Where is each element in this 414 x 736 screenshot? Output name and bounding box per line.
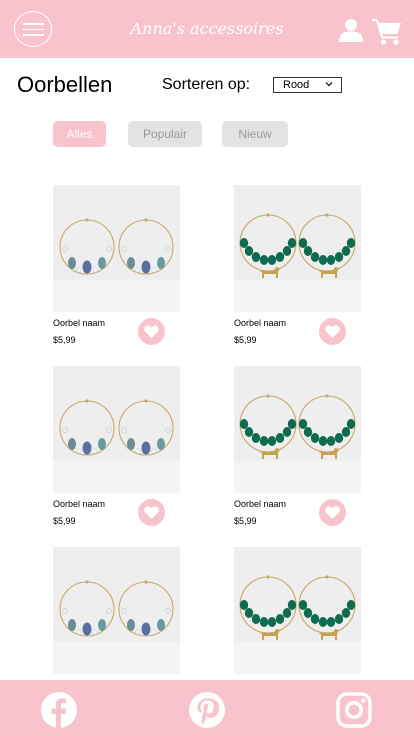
- favorite-button[interactable]: [138, 318, 165, 345]
- header: Anna's accessoires: [0, 0, 414, 58]
- earring-illustration: [234, 185, 361, 312]
- product-card[interactable]: Oorbel naam $5,99: [53, 185, 180, 345]
- product-price: $5,99: [234, 516, 257, 526]
- filter-popular[interactable]: Populair: [128, 121, 202, 147]
- product-image[interactable]: [53, 547, 180, 674]
- chevron-down-icon: [325, 82, 333, 87]
- cart-icon[interactable]: [372, 17, 402, 45]
- earring-illustration: [53, 547, 180, 674]
- heart-icon: [144, 325, 159, 338]
- product-image[interactable]: [53, 366, 180, 493]
- instagram-icon[interactable]: [336, 692, 372, 728]
- product-price: $5,99: [234, 335, 257, 345]
- footer: [0, 680, 414, 736]
- heart-icon: [325, 506, 340, 519]
- product-image[interactable]: [234, 547, 361, 674]
- facebook-icon[interactable]: [41, 692, 77, 728]
- earring-illustration: [234, 366, 361, 493]
- sort-select-value: Rood: [283, 79, 310, 91]
- heart-icon: [325, 325, 340, 338]
- favorite-button[interactable]: [319, 318, 346, 345]
- product-card[interactable]: Oorbel naam $5,99: [53, 366, 180, 526]
- product-image[interactable]: [53, 185, 180, 312]
- sort-label: Sorteren op:: [162, 76, 251, 93]
- product-price: $5,99: [53, 516, 76, 526]
- product-name[interactable]: Oorbel naam: [53, 499, 105, 509]
- product-name[interactable]: Oorbel naam: [234, 499, 286, 509]
- earring-illustration: [53, 366, 180, 493]
- product-card[interactable]: Oorbel naam $5,99: [234, 185, 361, 345]
- product-name[interactable]: Oorbel naam: [53, 318, 105, 328]
- earring-illustration: [234, 547, 361, 674]
- earring-illustration: [53, 185, 180, 312]
- product-name[interactable]: Oorbel naam: [234, 318, 286, 328]
- sort-select[interactable]: Rood: [273, 77, 342, 93]
- product-card[interactable]: [53, 547, 180, 674]
- product-card[interactable]: Oorbel naam $5,99: [234, 366, 361, 526]
- user-icon[interactable]: [339, 18, 363, 42]
- product-image[interactable]: [234, 185, 361, 312]
- heart-icon: [144, 506, 159, 519]
- pinterest-icon[interactable]: [189, 692, 225, 728]
- product-image[interactable]: [234, 366, 361, 493]
- filter-new[interactable]: Nieuw: [222, 121, 288, 147]
- product-card[interactable]: [234, 547, 361, 674]
- favorite-button[interactable]: [319, 499, 346, 526]
- product-price: $5,99: [53, 335, 76, 345]
- page-title: Oorbellen: [17, 72, 113, 97]
- favorite-button[interactable]: [138, 499, 165, 526]
- filter-all[interactable]: Alles: [53, 121, 106, 147]
